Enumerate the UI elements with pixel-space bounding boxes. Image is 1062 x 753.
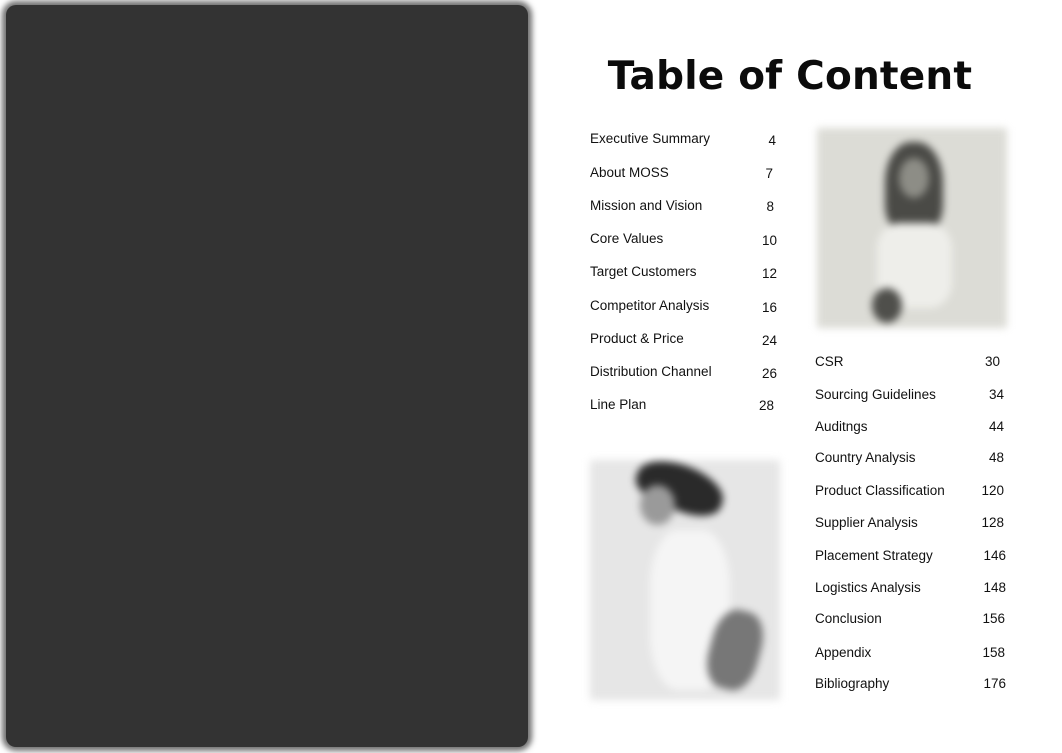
toc-item-label: Logistics Analysis [815, 580, 921, 595]
toc-item-label: Line Plan [590, 397, 647, 412]
toc-item-label: CSR [815, 354, 844, 369]
toc-item-label: Core Values [590, 231, 664, 246]
toc-item-label: Bibliography [815, 676, 890, 691]
toc-item-page: 4 [768, 133, 776, 148]
toc-item-page: 148 [983, 580, 1006, 595]
model-photo-1 [817, 128, 1007, 328]
face-shape [640, 485, 675, 525]
toc-item-page: 8 [766, 199, 774, 214]
toc-item-page: 16 [761, 300, 777, 315]
toc-item-label: Placement Strategy [815, 548, 933, 563]
page-title: Table of Content [607, 54, 973, 99]
toc-item-page: 12 [761, 266, 777, 281]
toc-item-page: 146 [983, 548, 1006, 563]
toc-item-label: Product Classification [815, 483, 945, 498]
toc-item-label: Country Analysis [815, 450, 916, 465]
toc-item-page: 30 [984, 354, 1000, 369]
toc-item-page: 7 [765, 166, 773, 181]
toc-item-label: Supplier Analysis [815, 515, 918, 530]
toc-item-page: 10 [761, 233, 777, 248]
toc-item-page: 28 [758, 398, 774, 413]
toc-item-label: Competitor Analysis [590, 298, 710, 313]
toc-item-label: Sourcing Guidelines [815, 387, 936, 402]
toc-item-page: 44 [988, 419, 1004, 434]
toc-item-label: Product & Price [590, 331, 684, 346]
bag-shape [872, 288, 902, 323]
toc-item-page: 156 [982, 611, 1005, 626]
toc-item-page: 128 [981, 515, 1004, 530]
toc-item-label: Appendix [815, 645, 872, 660]
face-shape [899, 158, 929, 198]
toc-item-page: 34 [988, 387, 1004, 402]
toc-item-page: 176 [983, 676, 1006, 691]
toc-item-label: Executive Summary [590, 131, 711, 146]
toc-item-page: 26 [761, 366, 777, 381]
model-photo-2 [590, 450, 780, 700]
toc-item-label: About MOSS [590, 165, 669, 180]
toc-item-page: 120 [981, 483, 1004, 498]
toc-item-page: 24 [761, 333, 777, 348]
dark-cover-panel [6, 5, 528, 747]
toc-item-label: Target Customers [590, 264, 697, 279]
toc-item-label: Auditngs [815, 419, 868, 434]
toc-item-page: 48 [988, 450, 1004, 465]
toc-item-label: Distribution Channel [590, 364, 712, 379]
toc-item-label: Conclusion [815, 611, 882, 626]
toc-item-label: Mission and Vision [590, 198, 703, 213]
toc-item-page: 158 [982, 645, 1005, 660]
